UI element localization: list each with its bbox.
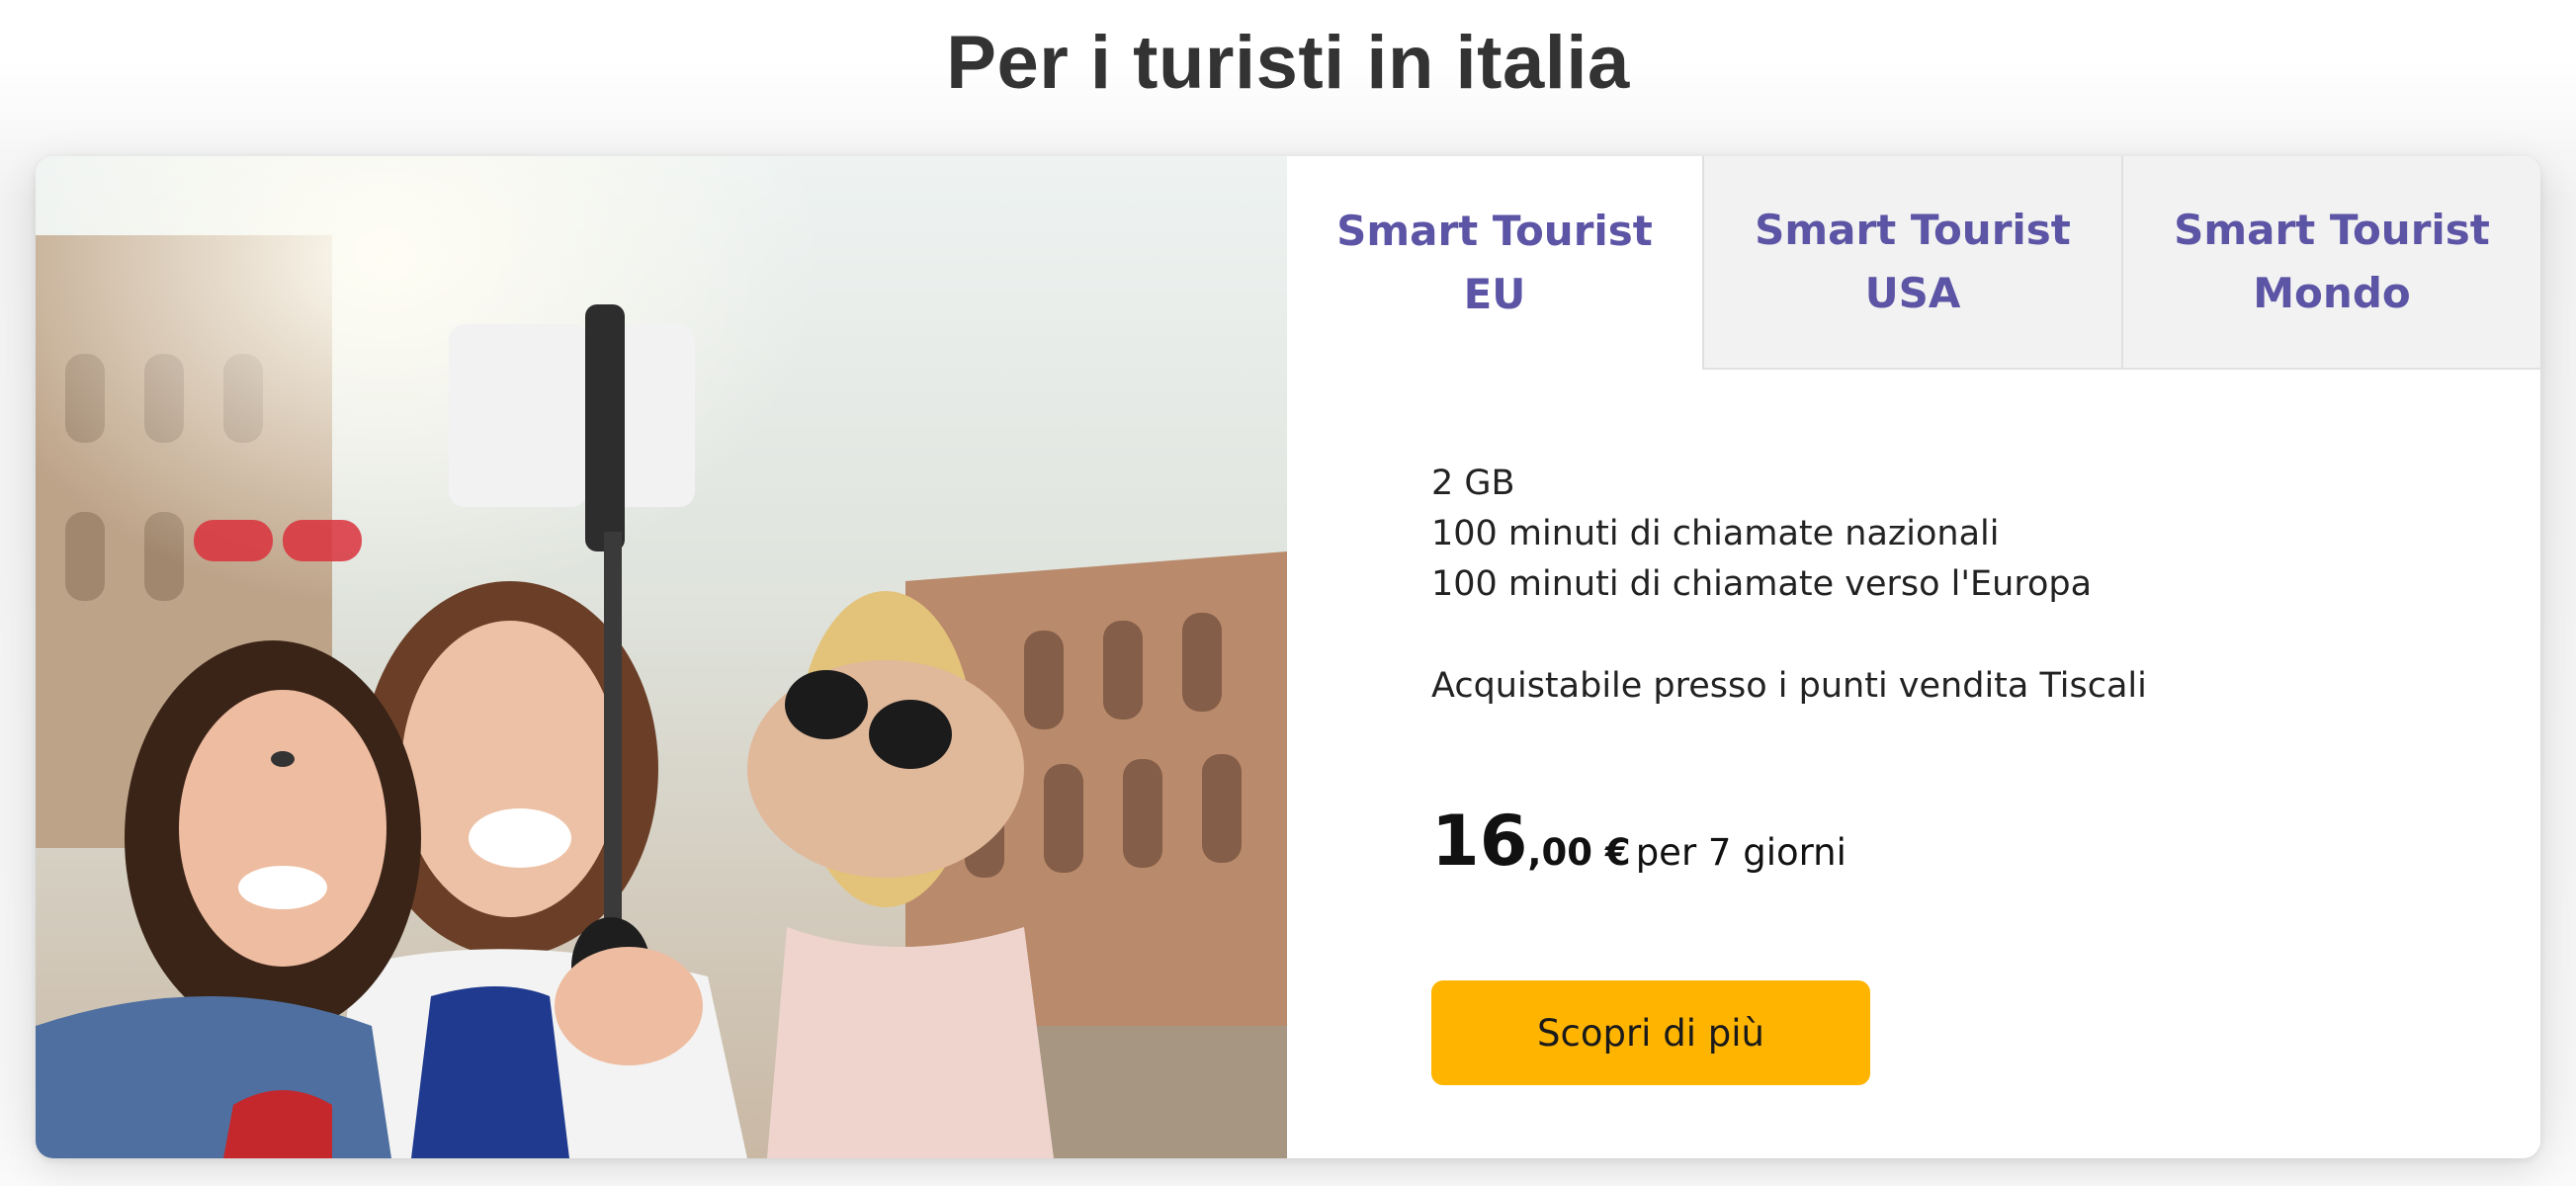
offer-details: 2 GB 100 minuti di chiamate nazionali 10… — [1431, 459, 2147, 712]
tab-smart-tourist-usa[interactable]: Smart Tourist USA — [1702, 156, 2121, 370]
price: 16,00 € per 7 giorni — [1431, 801, 1846, 882]
tab-label-line1: Smart Tourist — [2174, 206, 2490, 254]
offer-panel: Smart Tourist EU Smart Tourist USA Smart… — [1287, 156, 2540, 1158]
tab-smart-tourist-mondo[interactable]: Smart Tourist Mondo — [2121, 156, 2540, 370]
page-title: Per i turisti in italia — [946, 21, 1630, 105]
tab-label-line1: Smart Tourist — [1755, 206, 2071, 254]
offer-card: Smart Tourist EU Smart Tourist USA Smart… — [36, 156, 2540, 1158]
discover-more-button[interactable]: Scopri di più — [1431, 980, 1870, 1085]
feature-data: 2 GB — [1431, 464, 1515, 503]
tab-label-line1: Smart Tourist — [1336, 207, 1653, 255]
feature-europe-calls: 100 minuti di chiamate verso l'Europa — [1431, 564, 2093, 604]
tab-label-line2: USA — [1864, 269, 1961, 317]
price-integer: 16 — [1431, 801, 1528, 882]
tab-smart-tourist-eu[interactable]: Smart Tourist EU — [1287, 156, 1702, 370]
feature-national-calls: 100 minuti di chiamate nazionali — [1431, 514, 2000, 553]
tab-label-line2: EU — [1463, 270, 1526, 318]
tab-label-line2: Mondo — [2253, 269, 2411, 317]
price-period: per 7 giorni — [1635, 831, 1846, 874]
plan-tabs: Smart Tourist EU Smart Tourist USA Smart… — [1287, 156, 2540, 370]
availability-note: Acquistabile presso i punti vendita Tisc… — [1431, 666, 2147, 706]
price-decimal: ,00 € — [1527, 831, 1631, 874]
hero-photo — [36, 156, 1287, 1158]
